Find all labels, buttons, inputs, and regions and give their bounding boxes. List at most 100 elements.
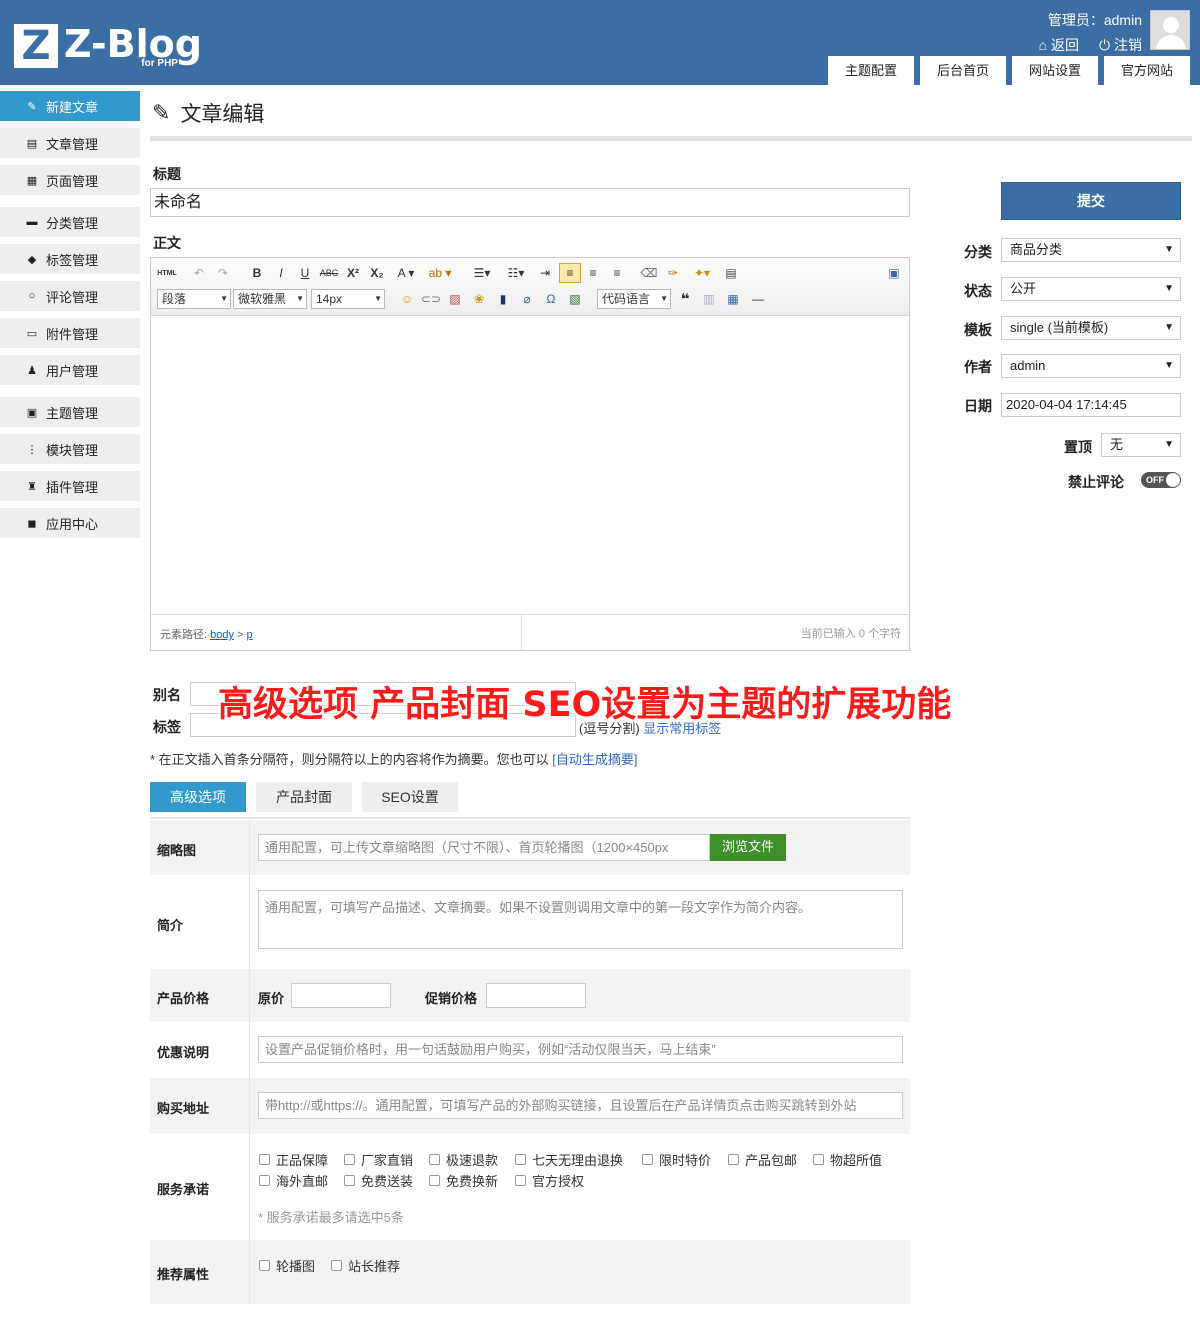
element-path: 元素路径: body > p [160,629,253,641]
sidebar-item-attachments[interactable]: ▭ 附件管理 [0,318,140,348]
author-select[interactable]: admin ▼ [1001,354,1181,378]
attachment-icon[interactable]: ⌀ [519,290,535,308]
indent-icon[interactable]: ⇥ [537,264,553,282]
back-link[interactable]: ⌂ 返回 [1039,35,1079,55]
sticky-select[interactable]: 无 ▼ [1101,433,1181,457]
tab-advanced-options[interactable]: 高级选项 [150,782,246,812]
underline-icon[interactable]: U [297,264,313,282]
table-icon[interactable]: ▦ [725,290,741,308]
align-right-icon[interactable]: ≡ [609,264,625,282]
buy-url-input[interactable]: 带http://或https://。通用配置，可填写产品的外部购买链接，且设置后… [258,1092,903,1119]
html-source-icon[interactable]: HTML [157,264,177,282]
tab-site-settings[interactable]: 网站设置 [1012,56,1098,85]
editor-content-area[interactable] [151,316,909,614]
special-char-icon[interactable]: Ω [543,290,559,308]
video-icon[interactable]: ▮ [495,290,511,308]
image-icon[interactable]: ▨ [447,290,463,308]
superscript-icon[interactable]: X² [345,264,361,282]
sidebar-item-new-article[interactable]: ✎ 新建文章 [0,91,140,121]
align-left-icon[interactable]: ≡ [559,263,581,283]
eraser-icon[interactable]: ⌫ [641,264,658,282]
unordered-list-icon[interactable]: ☷▾ [503,264,529,282]
tab-admin-home[interactable]: 后台首页 [920,56,1006,85]
quote-icon[interactable]: ❝ [677,290,693,308]
sidebar-item-pages[interactable]: ▦ 页面管理 [0,165,140,195]
intro-textarea[interactable]: 通用配置，可填写产品描述、文章摘要。如果不设置则调用文章中的第一段文字作为简介内… [258,890,903,949]
horizontal-rule-icon[interactable]: — [749,290,767,308]
italic-icon[interactable]: I [273,264,289,282]
service-checkbox[interactable]: 极速退款 [429,1150,498,1169]
submit-button[interactable]: 提交 [1001,182,1181,220]
bold-icon[interactable]: B [249,264,265,282]
code-language-select[interactable]: 代码语言 ▼ [597,289,671,309]
paragraph-select[interactable]: 段落 ▼ [157,289,231,309]
gallery-icon[interactable]: ❀ [471,290,487,308]
service-checkbox[interactable]: 官方授权 [515,1171,584,1190]
tab-theme-config[interactable]: 主题配置 [828,56,914,85]
path-body-link[interactable]: body [210,629,234,641]
service-checkbox[interactable]: 七天无理由退换 [515,1150,623,1169]
sidebar-item-plugins[interactable]: ♜ 插件管理 [0,471,140,501]
recommend-checkbox-editor-pick[interactable]: 站长推荐 [331,1256,400,1275]
sale-price-input[interactable] [486,983,586,1008]
pencil-square-icon: ✎ [27,100,37,113]
logo-text: Z-Blog [64,24,202,64]
font-color-icon[interactable]: A ▾ [393,264,419,282]
service-checkbox[interactable]: 正品保障 [259,1150,328,1169]
promo-input[interactable]: 设置产品促销价格时，用一句话鼓励用户购买，例如“活动仅限当天，马上结束” [258,1036,903,1063]
redo-icon[interactable]: ↷ [215,264,231,282]
zblog-logo[interactable]: Z Z-Blog for PHP [14,24,202,69]
paste-icon[interactable]: ▤ [723,264,739,282]
sidebar-item-categories[interactable]: ▬ 分类管理 [0,207,140,237]
sidebar-item-themes[interactable]: ▣ 主题管理 [0,397,140,427]
sidebar-item-app-center[interactable]: ◼ 应用中心 [0,508,140,538]
tab-product-cover[interactable]: 产品封面 [256,782,352,812]
insert-image-icon[interactable]: ▧ [567,290,583,308]
title-input[interactable]: 未命名 [150,188,910,217]
service-checkbox[interactable]: 厂家直销 [344,1150,413,1169]
path-p-link[interactable]: p [247,629,253,641]
font-select[interactable]: 微软雅黑 ▼ [233,289,307,309]
avatar[interactable] [1150,10,1190,50]
title-divider [150,136,1192,141]
sidebar-item-modules[interactable]: ⋮ 模块管理 [0,434,140,464]
sidebar-item-comments[interactable]: ○ 评论管理 [0,281,140,311]
emoji-icon[interactable]: ☺ [399,290,415,308]
sidebar-item-tags[interactable]: ◆ 标签管理 [0,244,140,274]
auto-summary-link[interactable]: [自动生成摘要] [552,752,637,767]
service-checkbox[interactable]: 免费送装 [344,1171,413,1190]
sidebar-item-users[interactable]: ♟ 用户管理 [0,355,140,385]
ordered-list-icon[interactable]: ☰▾ [469,264,495,282]
service-checkbox[interactable]: 海外直邮 [259,1171,328,1190]
logout-link[interactable]: ⏻ 注销 [1099,35,1142,55]
font-size-select[interactable]: 14px ▼ [311,289,385,309]
magic-icon[interactable]: ✦▾ [689,264,715,282]
recommend-checkbox-carousel[interactable]: 轮播图 [259,1256,315,1275]
service-checkbox[interactable]: 产品包邮 [728,1150,797,1169]
thumbnail-input[interactable]: 通用配置，可上传文章缩略图（尺寸不限）、首页轮播图（1200×450px [258,834,710,861]
undo-icon[interactable]: ↶ [191,264,207,282]
service-checkbox[interactable]: 限时特价 [642,1150,711,1169]
strikethrough-icon[interactable]: ABC [319,264,339,282]
highlight-icon[interactable]: ab ▾ [425,264,455,282]
browse-file-button[interactable]: 浏览文件 [710,834,786,861]
back-label: 返回 [1051,37,1080,53]
date-input[interactable]: 2020-04-04 17:14:45 [1001,393,1181,417]
disable-comment-toggle[interactable]: OFF [1141,472,1181,488]
subscript-icon[interactable]: X₂ [369,264,385,282]
original-price-input[interactable] [291,983,391,1008]
sidebar-item-articles[interactable]: ▤ 文章管理 [0,128,140,158]
sidebar-item-label: 新建文章 [46,99,99,115]
insert-code-icon[interactable]: ▥ [701,290,717,308]
link-icon[interactable]: ⊂⊃ [421,290,441,308]
tab-official-site[interactable]: 官方网站 [1104,56,1190,85]
format-brush-icon[interactable]: ✑ [665,264,681,282]
fullscreen-icon[interactable]: ▣ [885,264,903,282]
align-center-icon[interactable]: ≡ [585,264,601,282]
template-select[interactable]: single (当前模板) ▼ [1001,316,1181,340]
status-select[interactable]: 公开 ▼ [1001,277,1181,301]
service-checkbox[interactable]: 物超所值 [813,1150,882,1169]
service-checkbox[interactable]: 免费换新 [429,1171,498,1190]
category-select[interactable]: 商品分类 ▼ [1001,238,1181,262]
tab-seo-settings[interactable]: SEO设置 [362,782,458,812]
